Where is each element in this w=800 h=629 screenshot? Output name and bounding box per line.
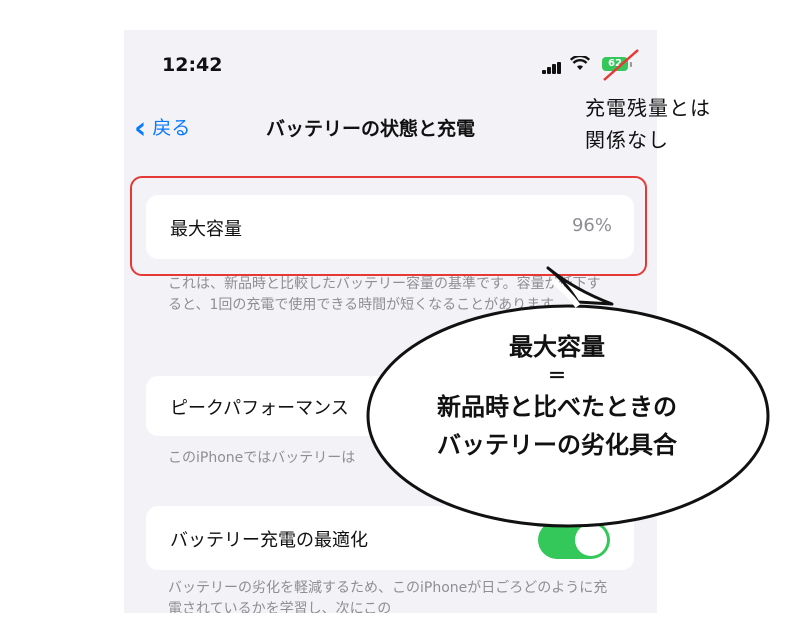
bubble-line1: 最大容量 <box>509 333 605 361</box>
handnote-line2: 関係なし <box>585 128 669 152</box>
battery-strike-line <box>603 49 639 81</box>
bubble-line3: 新品時と比べたときの <box>437 393 677 421</box>
handwritten-note: 充電残量とは 関係なし <box>585 92 711 156</box>
speech-bubble-text: 最大容量 ＝ 新品時と比べたときの バッテリーの劣化具合 <box>392 328 722 464</box>
bubble-line4: バッテリーの劣化具合 <box>437 431 677 459</box>
handnote-line1: 充電残量とは <box>585 96 711 120</box>
bubble-line2: ＝ <box>548 366 566 387</box>
